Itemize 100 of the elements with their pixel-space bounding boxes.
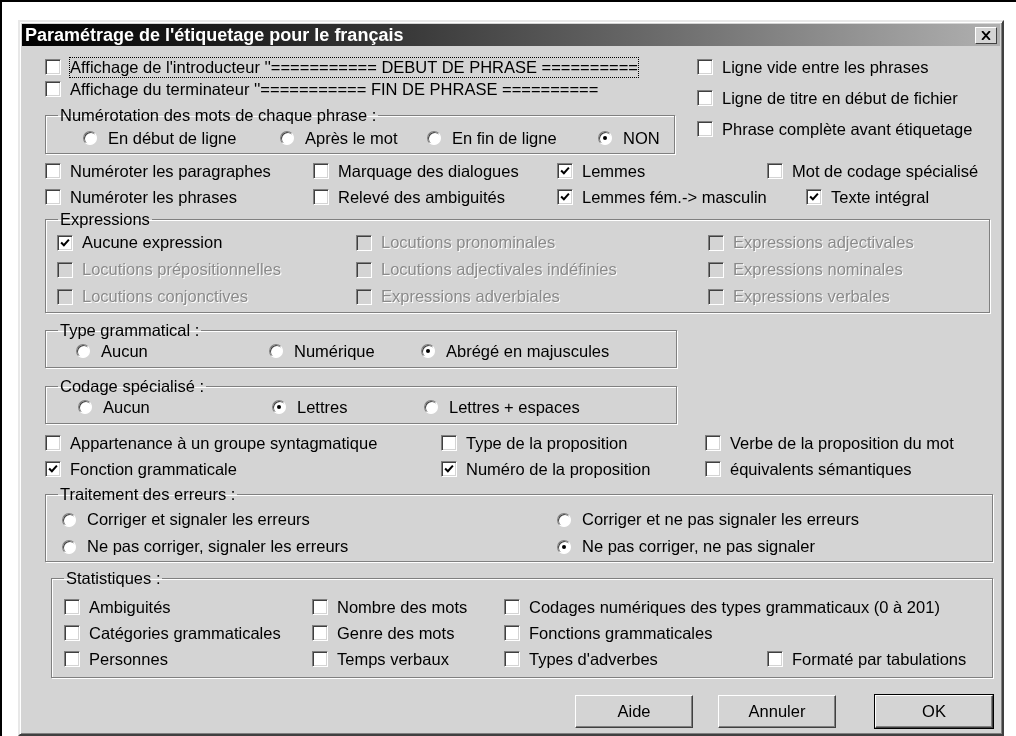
checkbox-label: Expressions verbales <box>733 287 890 306</box>
checkbox-label: Fonction grammaticale <box>70 459 237 479</box>
dialog-button[interactable]: Annuler <box>718 695 836 728</box>
checkbox[interactable] <box>441 461 457 477</box>
checkbox-label: Expressions adverbiales <box>381 287 560 306</box>
dialog-button[interactable]: Aide <box>575 695 693 728</box>
checkbox[interactable] <box>705 461 721 477</box>
checkbox[interactable] <box>45 189 61 205</box>
radio-label: Lettres <box>297 397 348 417</box>
checkbox[interactable] <box>312 599 328 615</box>
checkmark-icon <box>60 237 70 248</box>
checkbox[interactable] <box>806 189 822 205</box>
checkbox[interactable] <box>313 189 329 205</box>
dialog-button[interactable]: OK <box>875 695 993 728</box>
checkbox-label: Lemmes <box>582 161 646 181</box>
radio-label: Corriger et ne pas signaler les erreurs <box>582 510 859 529</box>
radio-button[interactable] <box>557 539 571 554</box>
checkbox-label: Expressions nominales <box>733 260 903 279</box>
checkbox[interactable] <box>45 163 61 179</box>
group-label: Statistiques : <box>65 569 162 588</box>
checkbox[interactable] <box>767 651 783 667</box>
window-title: Paramétrage de l'étiquetage pour le français <box>25 24 404 46</box>
checkbox[interactable] <box>557 163 573 179</box>
radio-button[interactable] <box>62 512 76 527</box>
checkbox[interactable] <box>504 599 520 615</box>
checkbox[interactable] <box>705 435 721 451</box>
checkbox-label: Mot de codage spécialisé <box>792 161 979 181</box>
checkbox-label: Codages numériques des types grammaticaux (0 à 201) <box>529 597 940 617</box>
checkbox-label: Genre des mots <box>337 623 455 643</box>
close-button[interactable] <box>975 26 997 44</box>
checkbox-label: Locutions conjonctives <box>82 287 248 306</box>
checkbox[interactable] <box>313 163 329 179</box>
checkmark-icon <box>560 192 570 202</box>
checkbox[interactable] <box>557 189 573 205</box>
checkbox-label: Types d'adverbes <box>529 649 658 669</box>
radio-label: Lettres + espaces <box>449 397 580 417</box>
checkbox[interactable] <box>45 81 61 97</box>
checkbox[interactable] <box>64 599 80 615</box>
radio-button[interactable] <box>83 131 97 145</box>
radio-button[interactable] <box>78 400 92 414</box>
checkbox[interactable] <box>64 625 80 641</box>
radio-button[interactable] <box>272 400 286 414</box>
radio-button[interactable] <box>421 344 435 358</box>
radio-button[interactable] <box>62 539 76 554</box>
checkbox-label: Texte intégral <box>831 187 930 207</box>
checkbox[interactable] <box>697 90 713 106</box>
checkbox[interactable] <box>697 121 713 137</box>
checkbox-label: Type de la proposition <box>466 433 628 453</box>
checkbox[interactable] <box>312 651 328 667</box>
radio-button[interactable] <box>557 512 571 527</box>
checkbox[interactable] <box>64 651 80 667</box>
radio-label: Corriger et signaler les erreurs <box>87 510 310 529</box>
radio-button[interactable] <box>76 344 90 358</box>
checkbox[interactable] <box>441 435 457 451</box>
checkbox[interactable] <box>767 163 783 179</box>
radio-label: Aucun <box>103 397 150 417</box>
checkmark-icon <box>444 464 454 474</box>
checkbox-label: Marquage des dialogues <box>338 161 519 181</box>
checkbox[interactable] <box>312 625 328 641</box>
radio-button[interactable] <box>269 344 283 358</box>
group-label: Traitement des erreurs : <box>59 485 237 504</box>
radio-button[interactable] <box>424 400 438 414</box>
close-icon <box>981 30 991 40</box>
checkbox-label: Affichage de l'introducteur ''=========== DEBUT DE PHRASE ========== <box>70 57 638 77</box>
radio-label: Abrégé en majuscules <box>446 341 610 361</box>
radio-label: Après le mot <box>305 128 398 148</box>
group-label: Type grammatical : <box>59 321 201 340</box>
checkbox-label: Numéroter les phrases <box>70 187 237 207</box>
checkbox-label: Verbe de la proposition du mot <box>730 433 954 453</box>
radio-label: Aucun <box>101 341 148 361</box>
checkbox-label: Fonctions grammaticales <box>529 623 713 643</box>
checkbox[interactable] <box>504 651 520 667</box>
checkbox-label: Temps verbaux <box>337 649 449 669</box>
checkbox[interactable] <box>697 59 713 75</box>
checkbox-label: Relevé des ambiguités <box>338 187 505 207</box>
radio-label: Ne pas corriger, ne pas signaler <box>582 537 815 556</box>
checkbox[interactable] <box>504 625 520 641</box>
checkbox-label: Ambiguités <box>89 597 171 617</box>
radio-button[interactable] <box>280 131 294 145</box>
radio-label: Numérique <box>294 341 375 361</box>
checkbox-label: Locutions pronominales <box>381 233 556 252</box>
checkbox[interactable] <box>57 234 73 251</box>
checkbox[interactable] <box>45 461 61 477</box>
checkbox-label: Lemmes fém.-> masculin <box>582 187 767 207</box>
checkbox[interactable] <box>45 59 61 75</box>
checkbox-label: Numéro de la proposition <box>466 459 651 479</box>
checkbox-label: Expressions adjectivales <box>733 233 914 252</box>
group-label: Numérotation des mots de chaque phrase : <box>59 106 378 125</box>
checkbox-label: équivalents sémantiques <box>730 459 912 479</box>
radio-button[interactable] <box>598 131 612 145</box>
checkbox-label: Locutions prépositionnelles <box>82 260 282 279</box>
radio-label: Ne pas corriger, signaler les erreurs <box>87 537 349 556</box>
checkbox-label: Catégories grammaticales <box>89 623 281 643</box>
checkmark-icon <box>809 192 819 202</box>
group-label: Expressions <box>59 210 151 229</box>
radio-label: En fin de ligne <box>452 128 557 148</box>
checkbox-label: Appartenance à un groupe syntagmatique <box>70 433 378 453</box>
radio-button[interactable] <box>427 131 441 145</box>
checkbox-label: Phrase complète avant étiquetage <box>722 119 973 139</box>
checkbox[interactable] <box>45 435 61 451</box>
